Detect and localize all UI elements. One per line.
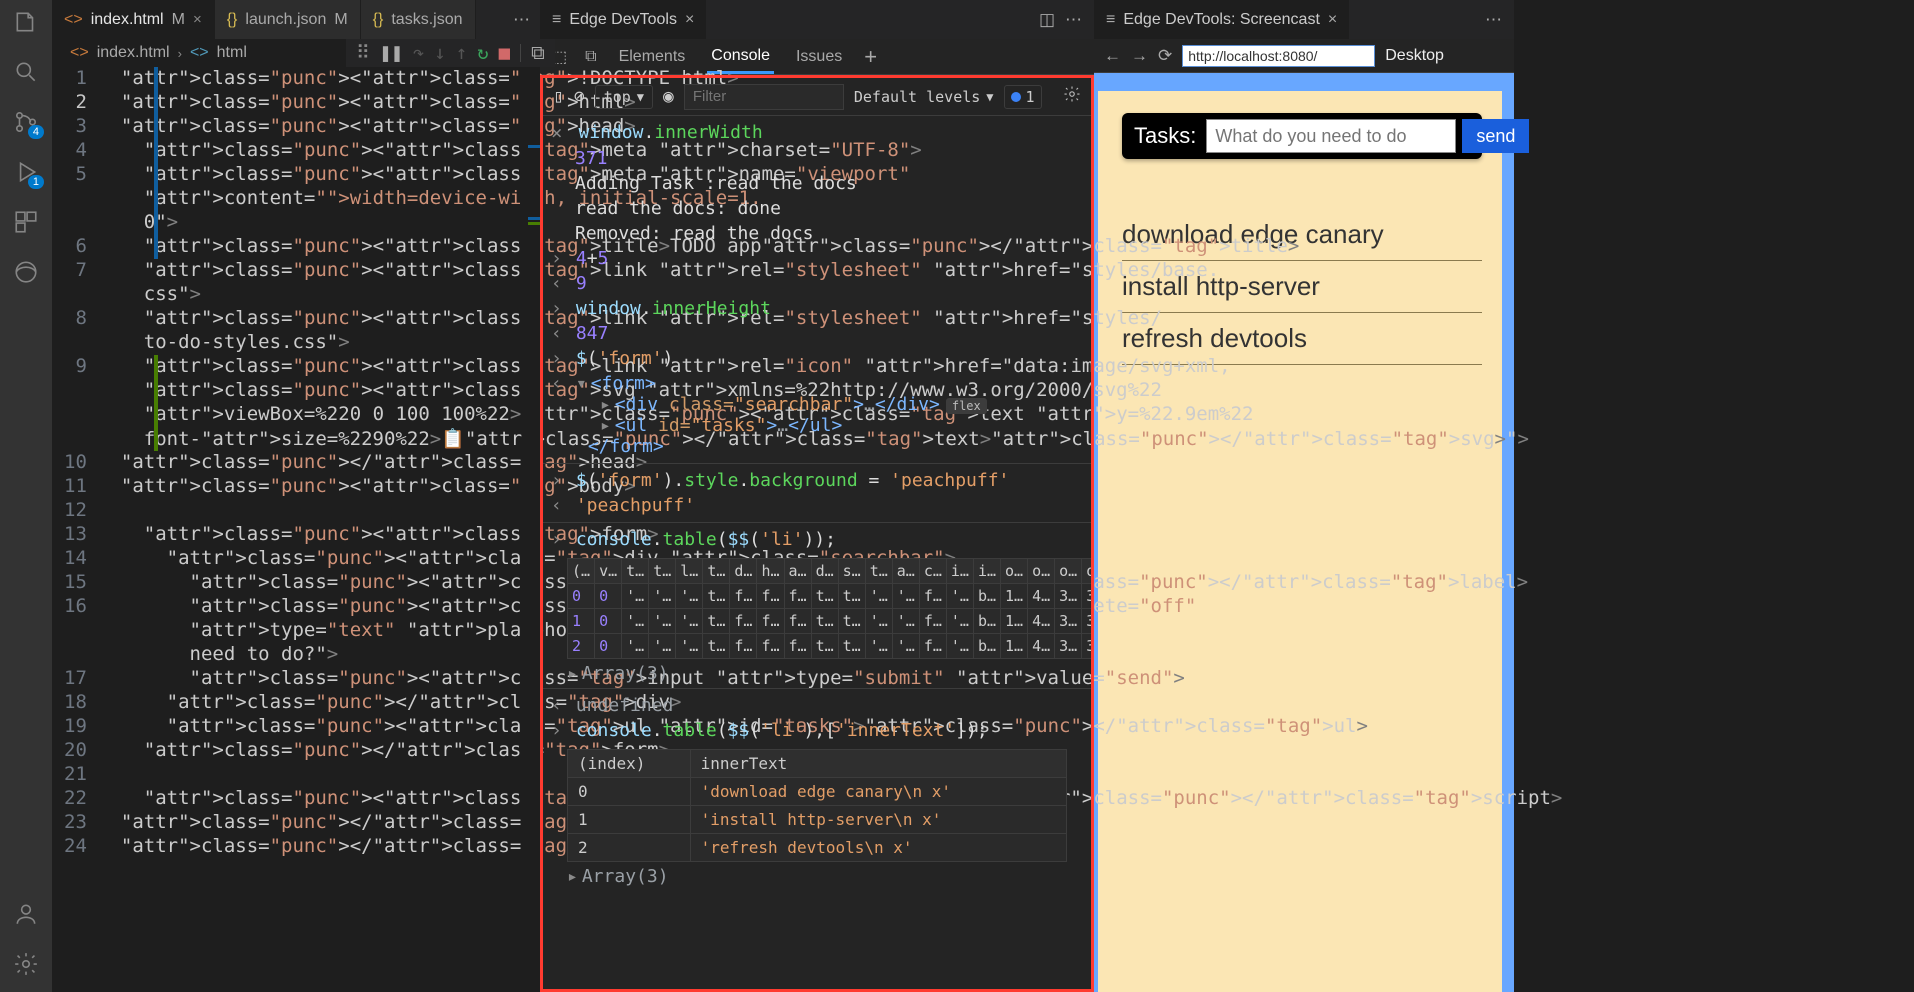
- element-icon: <>: [190, 44, 209, 62]
- minimap[interactable]: [522, 67, 540, 992]
- context-select[interactable]: top ▼: [595, 85, 653, 109]
- scm-badge: 4: [28, 125, 44, 139]
- split-icon[interactable]: ◫: [1039, 10, 1055, 30]
- console-body[interactable]: window.innerWidth 371 Adding Task :read …: [543, 116, 1091, 989]
- debug-controls: ⠿ ❚❚ ↷ ↓ ↑ ↻ ■ ⧉: [346, 39, 555, 67]
- filter-input[interactable]: [684, 84, 844, 110]
- stop-icon[interactable]: ■: [499, 42, 510, 64]
- step-out-icon[interactable]: ↑: [456, 42, 467, 64]
- restart-icon[interactable]: ↻: [477, 42, 488, 64]
- console-inner-table: (index)innerText 0'download edge canary\…: [567, 749, 1067, 862]
- chevron-right-icon: ›: [178, 46, 182, 61]
- tab-launch[interactable]: {} launch.json M: [215, 0, 361, 39]
- close-icon[interactable]: ×: [1328, 11, 1337, 29]
- console-toolbar: ▯ ⊘ top ▼ ◉ Default levels ▼ 1: [543, 78, 1091, 116]
- more-icon[interactable]: ⋯: [513, 0, 540, 39]
- html-file-icon: <>: [70, 44, 89, 62]
- screencast-tabbar: ≡ Edge DevTools: Screencast × ⋯: [1094, 0, 1514, 39]
- breadcrumb-file[interactable]: index.html: [97, 44, 170, 62]
- reload-icon[interactable]: ⟳: [1158, 46, 1172, 66]
- back-icon[interactable]: ←: [1104, 46, 1121, 66]
- account-icon[interactable]: [12, 900, 40, 928]
- editor-area: <> index.html M × {} launch.json M {} ta…: [52, 0, 540, 992]
- edge-icon[interactable]: [12, 258, 40, 286]
- debug-icon[interactable]: 1: [12, 158, 40, 186]
- more-icon[interactable]: ⋯: [1485, 10, 1514, 30]
- activity-bar: 4 1: [0, 0, 52, 992]
- close-icon[interactable]: [551, 122, 568, 144]
- html-file-icon: <>: [64, 11, 83, 29]
- clear-icon[interactable]: ⊘: [574, 86, 585, 107]
- list-icon: ≡: [552, 11, 561, 29]
- more-icon[interactable]: ⋯: [1065, 10, 1082, 30]
- forward-icon[interactable]: →: [1131, 46, 1148, 66]
- extensions-icon[interactable]: [12, 208, 40, 236]
- breadcrumb-elem[interactable]: html: [217, 44, 247, 62]
- search-icon[interactable]: [12, 58, 40, 86]
- screencast-tab[interactable]: ≡ Edge DevTools: Screencast ×: [1094, 0, 1349, 39]
- devtools-tab[interactable]: ≡ Edge DevTools ×: [540, 0, 706, 39]
- url-input[interactable]: [1182, 45, 1375, 67]
- scm-icon[interactable]: 4: [12, 108, 40, 136]
- gear-icon[interactable]: [1063, 85, 1081, 108]
- flex-badge: flex: [946, 398, 987, 414]
- list-icon: ≡: [1106, 11, 1115, 29]
- modified-indicator: M: [172, 11, 185, 29]
- tab-label: tasks.json: [391, 11, 462, 29]
- device-icon[interactable]: ⧉: [585, 48, 596, 66]
- add-tab-icon[interactable]: +: [864, 44, 877, 70]
- tab-index[interactable]: <> index.html M ×: [52, 0, 215, 39]
- grip-icon[interactable]: ⠿: [356, 42, 370, 64]
- close-icon[interactable]: ×: [193, 11, 202, 28]
- console-result: 371: [575, 148, 608, 169]
- tab-label: index.html: [91, 11, 164, 29]
- console-wrap: ▯ ⊘ top ▼ ◉ Default levels ▼ 1 window.in…: [540, 75, 1094, 992]
- tabs-row: <> index.html M × {} launch.json M {} ta…: [52, 0, 540, 39]
- console-table: (…v…t…t…l…t…d…h…a…d…s…t…a…c…i…i…o…o…o…o……: [567, 558, 1091, 659]
- sidebar-toggle-icon[interactable]: ▯: [553, 86, 564, 107]
- json-file-icon: {}: [227, 11, 238, 29]
- array-expand[interactable]: Array(3): [551, 663, 1083, 684]
- tab-label: launch.json: [245, 11, 326, 29]
- devtools-tab-label: Edge DevTools: [569, 11, 677, 29]
- json-file-icon: {}: [373, 11, 384, 29]
- gutter: 123456789101112131415161718192021222324: [52, 67, 113, 992]
- array-expand[interactable]: Array(3): [551, 866, 1083, 887]
- pause-icon[interactable]: ❚❚: [380, 42, 403, 64]
- device-label[interactable]: Desktop: [1385, 47, 1444, 65]
- screencast-tab-label: Edge DevTools: Screencast: [1123, 11, 1320, 29]
- step-into-icon[interactable]: ↓: [434, 42, 445, 64]
- default-levels[interactable]: Default levels ▼: [854, 88, 994, 106]
- issue-count[interactable]: 1: [1004, 85, 1042, 109]
- screencast-toggle-icon[interactable]: ⧉: [531, 42, 545, 64]
- debug-badge: 1: [28, 175, 44, 189]
- gear-icon[interactable]: [12, 950, 40, 978]
- code-editor[interactable]: ⠿ ❚❚ ↷ ↓ ↑ ↻ ■ ⧉ 12345678910111213141516…: [52, 67, 540, 992]
- issue-dot-icon: [1011, 92, 1021, 102]
- chevron-down-icon: ▼: [986, 90, 993, 104]
- eye-icon[interactable]: ◉: [663, 86, 674, 107]
- close-icon[interactable]: ×: [685, 11, 694, 29]
- context-label: top: [604, 88, 631, 106]
- explorer-icon[interactable]: [12, 8, 40, 36]
- modified-indicator: M: [334, 11, 347, 29]
- devtools-tabbar: ≡ Edge DevTools × ◫ ⋯: [540, 0, 1094, 39]
- devtools-pane: ≡ Edge DevTools × ◫ ⋯ ⬚ ⧉ Elements Conso…: [540, 0, 1094, 992]
- tab-tasks[interactable]: {} tasks.json: [361, 0, 476, 39]
- chevron-down-icon: ▼: [637, 90, 644, 104]
- step-over-icon[interactable]: ↷: [413, 42, 424, 64]
